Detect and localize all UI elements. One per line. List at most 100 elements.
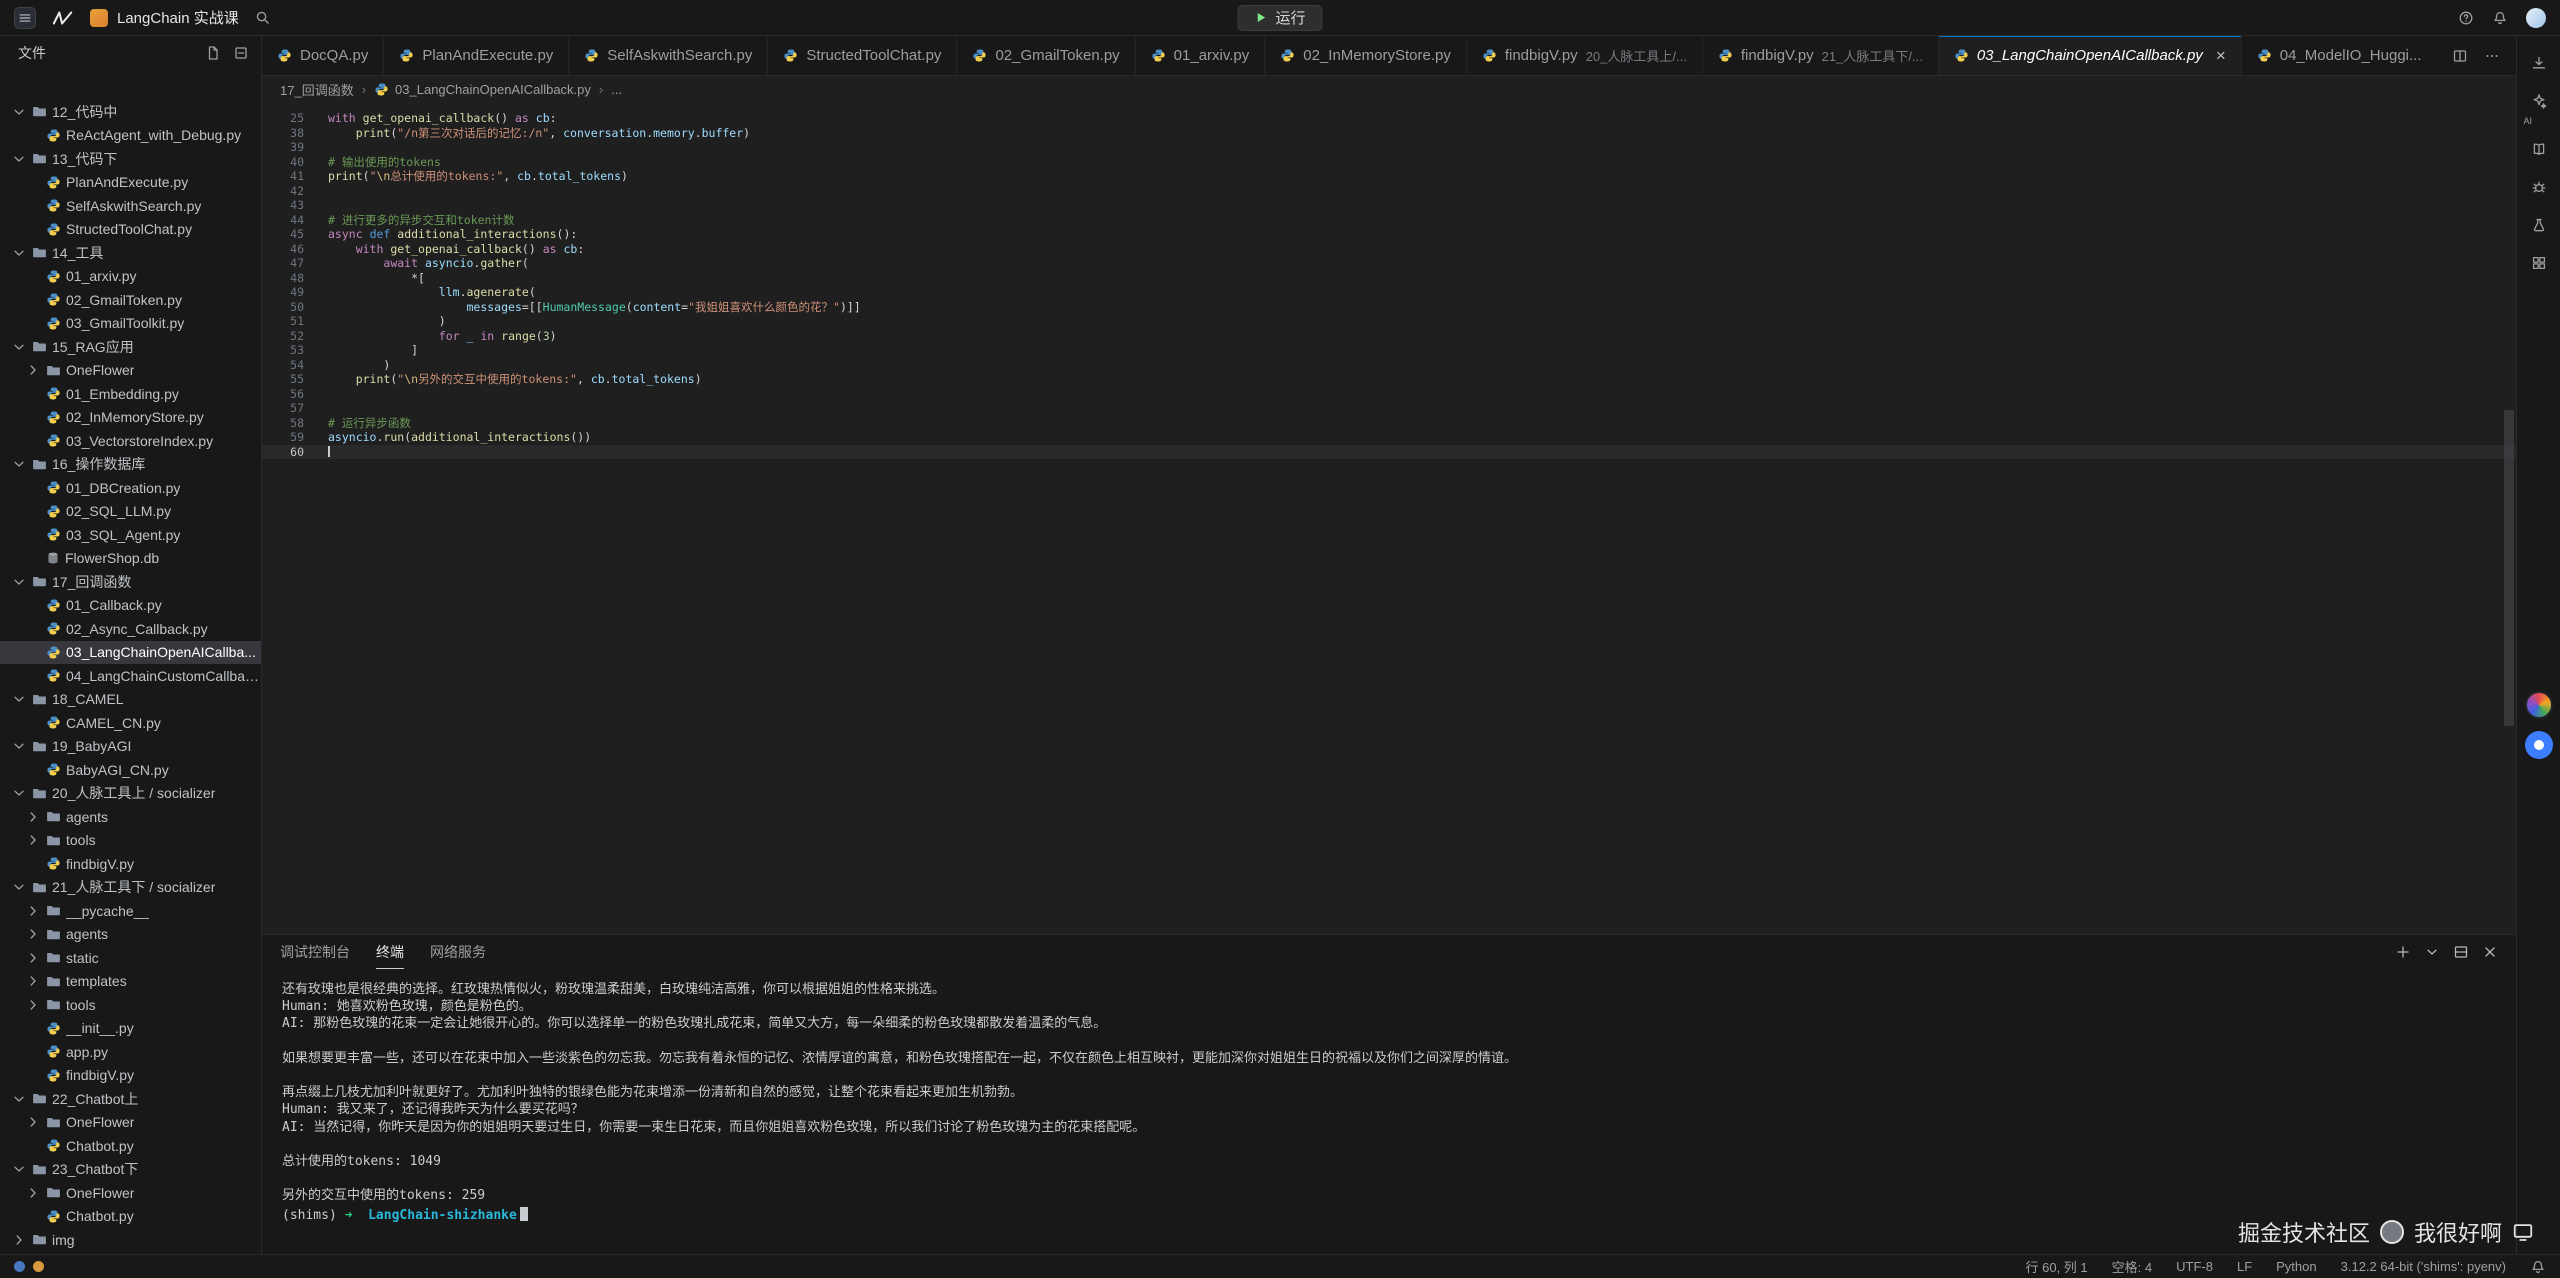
code-line[interactable]: 57 — [262, 401, 2516, 416]
bug-icon[interactable] — [2524, 172, 2554, 202]
panel-tab[interactable]: 网络服务 — [430, 935, 486, 969]
status-dot-blue[interactable] — [14, 1261, 25, 1272]
status-item[interactable]: UTF-8 — [2176, 1259, 2213, 1274]
tree-item[interactable]: 21_人脉工具下 / socializer — [0, 876, 261, 900]
extensions-icon[interactable] — [2524, 248, 2554, 278]
code-line[interactable]: 50 messages=[[HumanMessage(content="我姐姐喜… — [262, 300, 2516, 315]
chevron-down-icon[interactable] — [2424, 944, 2440, 960]
code-line[interactable]: 44# 进行更多的异步交互和token计数 — [262, 213, 2516, 228]
tree-item[interactable]: agents — [0, 923, 261, 947]
code-line[interactable]: 40# 输出使用的tokens — [262, 155, 2516, 170]
close-icon[interactable] — [2482, 944, 2498, 960]
collapse-all-icon[interactable] — [233, 45, 249, 61]
tree-item[interactable]: __pycache__ — [0, 899, 261, 923]
tree-item[interactable]: __init__.py — [0, 1017, 261, 1041]
tree-item[interactable]: OneFlower — [0, 1181, 261, 1205]
chevron-down-icon[interactable] — [10, 879, 27, 895]
tree-item[interactable]: 13_代码下 — [0, 147, 261, 171]
tree-item[interactable]: 01_Callback.py — [0, 594, 261, 618]
editor-tab[interactable]: StructedToolChat.py — [768, 36, 957, 75]
code-line[interactable]: 46 with get_openai_callback() as cb: — [262, 242, 2516, 257]
code-line[interactable]: 42 — [262, 184, 2516, 199]
book-icon[interactable] — [2524, 134, 2554, 164]
close-tab-icon[interactable]: × — [2216, 47, 2226, 64]
chevron-right-icon[interactable] — [24, 926, 41, 942]
chevron-right-icon[interactable] — [24, 1114, 41, 1130]
assistant-colorful-button[interactable] — [2525, 691, 2553, 719]
code-line[interactable]: 49 llm.agenerate( — [262, 285, 2516, 300]
tree-item[interactable]: 18_CAMEL — [0, 688, 261, 712]
breadcrumb-item[interactable]: ... — [611, 82, 622, 97]
run-button[interactable]: 运行 — [1237, 5, 1322, 31]
status-item[interactable]: LF — [2237, 1259, 2252, 1274]
tree-item[interactable]: 17_回调函数 — [0, 570, 261, 594]
terminal[interactable]: 还有玫瑰也是很经典的选择。红玫瑰热情似火，粉玫瑰温柔甜美，白玫瑰纯洁高雅，你可以… — [262, 969, 2516, 1254]
tree-item[interactable]: FlowerShop.db — [0, 547, 261, 571]
chevron-right-icon[interactable] — [24, 809, 41, 825]
bell-icon[interactable] — [2492, 10, 2508, 26]
code-line[interactable]: 52 for _ in range(3) — [262, 329, 2516, 344]
breadcrumb[interactable]: 17_回调函数›03_LangChainOpenAICallback.py›..… — [262, 76, 2516, 102]
tree-item[interactable]: 22_Chatbot上 — [0, 1087, 261, 1111]
code-line[interactable]: 54 ) — [262, 358, 2516, 373]
ai-icon[interactable] — [2524, 86, 2554, 116]
tree-item[interactable]: img — [0, 1228, 261, 1252]
status-item[interactable]: 行 60, 列 1 — [2026, 1257, 2088, 1276]
editor-tab[interactable]: 03_LangChainOpenAICallback.py× — [1939, 36, 2242, 75]
tree-item[interactable]: static — [0, 946, 261, 970]
tree-item[interactable]: 12_代码中 — [0, 100, 261, 124]
chevron-right-icon[interactable] — [24, 950, 41, 966]
editor-scrollbar[interactable] — [2504, 410, 2514, 726]
tree-item[interactable]: 20_人脉工具上 / socializer — [0, 782, 261, 806]
tree-item[interactable]: 04_LangChainCustomCallback... — [0, 664, 261, 688]
code-line[interactable]: 56 — [262, 387, 2516, 402]
breadcrumb-item[interactable]: 17_回调函数 — [280, 80, 354, 99]
code-line[interactable]: 58# 运行异步函数 — [262, 416, 2516, 431]
user-avatar[interactable] — [2526, 8, 2546, 28]
chevron-down-icon[interactable] — [10, 691, 27, 707]
chevron-down-icon[interactable] — [10, 456, 27, 472]
code-line[interactable]: 25with get_openai_callback() as cb: — [262, 111, 2516, 126]
code-line[interactable]: 48 *[ — [262, 271, 2516, 286]
chevron-down-icon[interactable] — [10, 785, 27, 801]
chevron-right-icon[interactable] — [24, 973, 41, 989]
tree-item[interactable]: tools — [0, 993, 261, 1017]
panel-tab[interactable]: 终端 — [376, 935, 404, 969]
chevron-right-icon[interactable] — [24, 832, 41, 848]
tree-item[interactable]: OneFlower — [0, 359, 261, 383]
code-line[interactable]: 38 print("/n第三次对话后的记忆:/n", conversation.… — [262, 126, 2516, 141]
tree-item[interactable]: 02_SQL_LLM.py — [0, 500, 261, 524]
tree-item[interactable]: 16_操作数据库 — [0, 453, 261, 477]
assistant-blue-button[interactable] — [2525, 731, 2553, 759]
chevron-down-icon[interactable] — [10, 1161, 27, 1177]
chevron-down-icon[interactable] — [10, 245, 27, 261]
tree-item[interactable]: 15_RAG应用 — [0, 335, 261, 359]
chevron-right-icon[interactable] — [10, 1232, 27, 1248]
tree-item[interactable]: findbigV.py — [0, 1064, 261, 1088]
code-line[interactable]: 60 — [262, 445, 2516, 460]
tree-item[interactable]: 23_Chatbot下 — [0, 1158, 261, 1182]
editor-tab[interactable]: 02_InMemoryStore.py — [1265, 36, 1467, 75]
code-line[interactable]: 53 ] — [262, 343, 2516, 358]
tree-item[interactable]: CAMEL_CN.py — [0, 711, 261, 735]
chevron-down-icon[interactable] — [10, 738, 27, 754]
chevron-right-icon[interactable] — [24, 1185, 41, 1201]
editor-tab[interactable]: findbigV.py20_人脉工具上/... — [1467, 36, 1703, 75]
chevron-down-icon[interactable] — [10, 339, 27, 355]
code-line[interactable]: 47 await asyncio.gather( — [262, 256, 2516, 271]
code-line[interactable]: 51 ) — [262, 314, 2516, 329]
tree-item[interactable]: 02_GmailToken.py — [0, 288, 261, 312]
tree-item[interactable]: 14_工具 — [0, 241, 261, 265]
editor-tab[interactable]: 01_arxiv.py — [1136, 36, 1266, 75]
tree-item[interactable]: templates — [0, 970, 261, 994]
editor-tab[interactable]: SelfAskwithSearch.py — [569, 36, 768, 75]
tree-item[interactable]: PlanAndExecute.py — [0, 171, 261, 195]
tree-item[interactable]: 01_arxiv.py — [0, 265, 261, 289]
code-line[interactable]: 45async def additional_interactions(): — [262, 227, 2516, 242]
bell-icon[interactable] — [2530, 1259, 2546, 1275]
chevron-right-icon[interactable] — [24, 903, 41, 919]
plus-icon[interactable] — [2395, 944, 2411, 960]
tree-item[interactable]: OneFlower — [0, 1111, 261, 1135]
editor-tab[interactable]: 04_ModelIO_Huggi... — [2242, 36, 2436, 75]
tree-item[interactable]: Chatbot.py — [0, 1134, 261, 1158]
